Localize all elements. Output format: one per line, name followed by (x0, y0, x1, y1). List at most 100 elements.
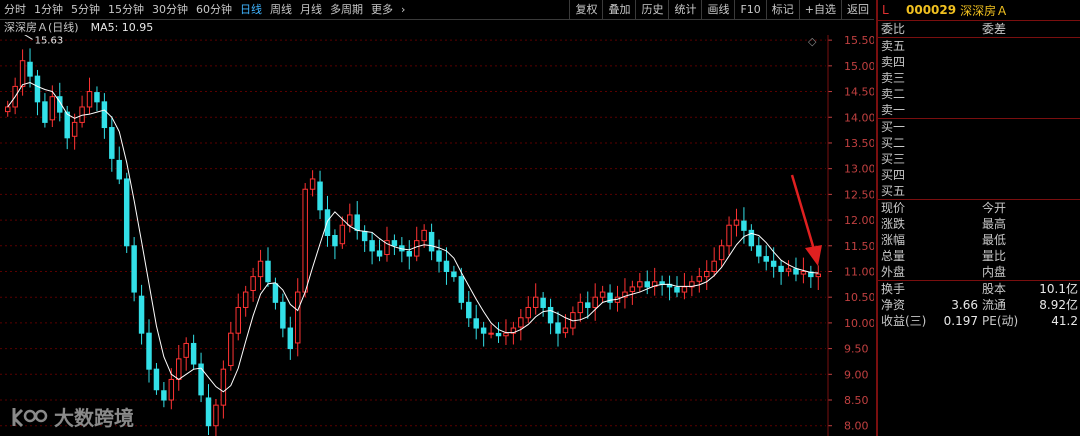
candle-body (503, 332, 509, 337)
candle-body (86, 91, 93, 108)
candle-body (793, 268, 799, 275)
tool-button[interactable]: 叠加 (602, 0, 635, 19)
y-tick-label: 13.00 (844, 163, 874, 176)
period-tab[interactable]: 15分钟 (104, 0, 148, 19)
candle-body (94, 92, 100, 103)
more-chevron-icon[interactable]: › (397, 0, 409, 19)
candle-body (391, 240, 398, 247)
candle-body (488, 332, 494, 335)
stat-row: 涨跌 最高 (878, 216, 1080, 232)
tool-button[interactable]: 画线 (701, 0, 734, 19)
tool-button[interactable]: 统计 (668, 0, 701, 19)
period-tab[interactable]: 60分钟 (192, 0, 236, 19)
candle-body (480, 327, 487, 334)
y-tick-label: 9.00 (844, 368, 869, 381)
tool-button[interactable]: 复权 (569, 0, 602, 19)
candle-body (763, 256, 769, 262)
candle-body (577, 301, 584, 314)
period-tabs: 分时 1分钟 5分钟 15分钟 30分钟 60分钟 日线 周线 月线 多周期 更多 › (0, 0, 409, 19)
candlestick-chart[interactable]: 15.50 15.00 14.50 14.00 13.50 13.00 12.50 12.00… (0, 35, 874, 436)
candle-body (220, 368, 227, 406)
fundamental-value-2: 8.92亿 (1039, 298, 1078, 312)
candle-body (562, 327, 569, 334)
y-tick-label: 14.50 (844, 86, 874, 99)
stat-row: 涨幅 最低 (878, 232, 1080, 248)
order-ratio-label: 委比 (881, 22, 906, 36)
stat-row: 总量 量比 (878, 248, 1080, 264)
tool-button[interactable]: 返回 (841, 0, 874, 19)
stat-row: 外盘 内盘 (878, 264, 1080, 280)
fundamental-label: 收益(三) (881, 314, 927, 328)
candle-body (309, 178, 316, 190)
candle-body (756, 245, 762, 257)
y-tick-label: 15.00 (844, 60, 874, 73)
tool-button[interactable]: F10 (734, 0, 765, 19)
sell-row: 卖一 (878, 102, 1080, 118)
candle-body (718, 245, 725, 261)
stat-label: 外盘 (881, 265, 906, 279)
market-flag: L (882, 3, 889, 17)
stat-label: 现价 (881, 201, 906, 215)
candle-body (4, 106, 11, 113)
candle-body (265, 260, 271, 283)
sell-row: 卖四 (878, 54, 1080, 70)
buy-row: 买四 (878, 167, 1080, 183)
candle-body (741, 220, 747, 231)
candle-body (235, 306, 241, 334)
fundamental-label: 换手 (881, 282, 906, 296)
period-tab[interactable]: 日线 (236, 0, 266, 19)
candle-body (674, 286, 680, 293)
tool-button[interactable]: +自选 (798, 0, 841, 19)
annotation-arrow-head (805, 245, 822, 266)
period-tab[interactable]: 周线 (266, 0, 296, 19)
candle-body (518, 317, 524, 328)
buy-row-label: 买二 (881, 136, 906, 150)
candle-body (176, 358, 182, 380)
buy-row-label: 买五 (881, 184, 906, 198)
candle-body (644, 281, 650, 288)
candle-body (295, 291, 301, 344)
tool-button[interactable]: 历史 (635, 0, 668, 19)
fundamental-value: 3.66 (951, 298, 978, 312)
candle-body (361, 230, 368, 242)
candle-body (354, 214, 360, 231)
candle-body (592, 296, 598, 308)
candle-body (726, 224, 732, 247)
candle-body (815, 273, 822, 278)
buy-row-label: 买四 (881, 168, 906, 182)
buy-row: 买五 (878, 183, 1080, 199)
stat-label-2: 今开 (982, 201, 1007, 215)
quote-title: L 000029 深深房Ａ (878, 0, 1080, 21)
candle-body (785, 268, 792, 272)
candle-body (540, 297, 546, 308)
candle-body (339, 224, 346, 245)
period-tab[interactable]: 分时 (0, 0, 30, 19)
candle-body (770, 260, 777, 267)
period-tab[interactable]: 5分钟 (67, 0, 104, 19)
fundamental-label-2: 股本 (982, 282, 1007, 296)
candle-body (599, 291, 606, 298)
sell-row-label: 卖三 (881, 71, 906, 85)
tool-button[interactable]: 标记 (765, 0, 799, 19)
quote-panel: L 000029 深深房Ａ 委比 委差 卖五 卖四 卖三 卖二 卖一 买一 买二 买三 买四买… (876, 0, 1080, 436)
stat-label: 总量 (881, 249, 906, 263)
candle-body (711, 260, 717, 272)
period-tab[interactable]: 1分钟 (30, 0, 67, 19)
y-tick-label: 13.50 (844, 137, 874, 150)
max-price-label: 15.63 (35, 35, 64, 46)
candle-body (421, 229, 427, 242)
period-tab[interactable]: 更多 (367, 0, 397, 19)
period-tab[interactable]: 多周期 (326, 0, 367, 19)
candle-body (704, 270, 710, 278)
period-tab[interactable]: 30分钟 (148, 0, 192, 19)
candle-body (495, 332, 502, 337)
fundamental-label: 净资 (881, 298, 906, 312)
candle-body (748, 229, 755, 247)
sell-row: 卖三 (878, 70, 1080, 86)
period-tab[interactable]: 月线 (296, 0, 326, 19)
candle-body (733, 219, 740, 226)
y-tick-label: 12.50 (844, 188, 874, 201)
max-marker (24, 35, 33, 40)
diamond-icon[interactable]: ◇ (808, 35, 817, 48)
candle-body (547, 306, 554, 324)
